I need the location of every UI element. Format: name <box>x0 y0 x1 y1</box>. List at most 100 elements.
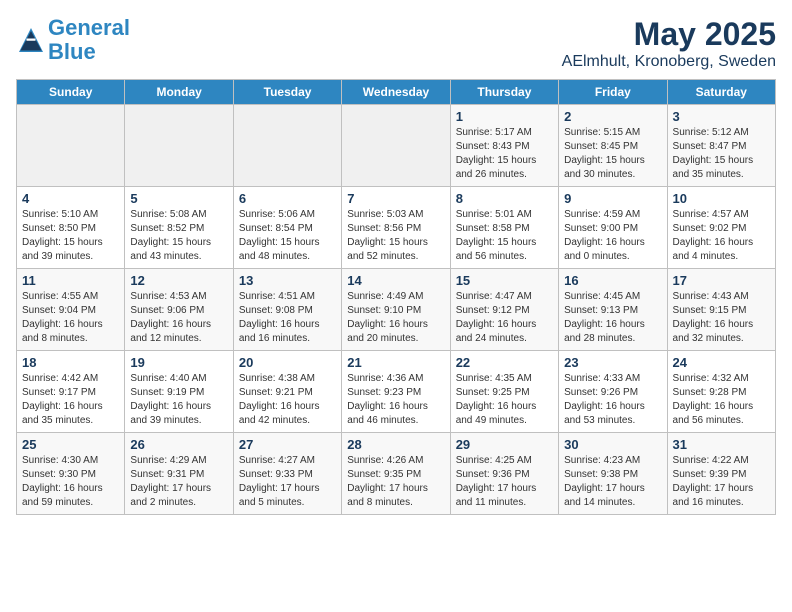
day-info: Sunrise: 4:49 AM Sunset: 9:10 PM Dayligh… <box>347 290 444 346</box>
day-number: 29 <box>456 437 553 452</box>
day-number: 23 <box>564 355 661 370</box>
calendar-cell: 24 Sunrise: 4:32 AM Sunset: 9:28 PM Dayli… <box>667 351 775 433</box>
day-info: Sunrise: 5:15 AM Sunset: 8:45 PM Dayligh… <box>564 126 661 182</box>
day-header-tuesday: Tuesday <box>233 80 341 105</box>
calendar-week-1: 1Sunrise: 5:17 AM Sunset: 8:43 PM Daylig… <box>17 105 776 187</box>
day-number: 20 <box>239 355 336 370</box>
day-number: 6 <box>239 191 336 206</box>
calendar-cell: 16 Sunrise: 4:45 AM Sunset: 9:13 PM Dayli… <box>559 269 667 351</box>
day-number: 27 <box>239 437 336 452</box>
calendar-cell: 25 Sunrise: 4:30 AM Sunset: 9:30 PM Dayli… <box>17 433 125 515</box>
day-number: 4 <box>22 191 119 206</box>
calendar-cell: 3Sunrise: 5:12 AM Sunset: 8:47 PM Daylig… <box>667 105 775 187</box>
day-number: 11 <box>22 273 119 288</box>
day-number: 9 <box>564 191 661 206</box>
day-number: 5 <box>130 191 227 206</box>
day-header-friday: Friday <box>559 80 667 105</box>
calendar-header: SundayMondayTuesdayWednesdayThursdayFrid… <box>17 80 776 105</box>
calendar-cell: 10 Sunrise: 4:57 AM Sunset: 9:02 PM Dayli… <box>667 187 775 269</box>
day-info: Sunrise: 5:06 AM Sunset: 8:54 PM Dayligh… <box>239 208 336 264</box>
day-number: 31 <box>673 437 770 452</box>
calendar-cell: 20 Sunrise: 4:38 AM Sunset: 9:21 PM Dayli… <box>233 351 341 433</box>
day-number: 17 <box>673 273 770 288</box>
day-header-saturday: Saturday <box>667 80 775 105</box>
calendar-cell: 18 Sunrise: 4:42 AM Sunset: 9:17 PM Dayli… <box>17 351 125 433</box>
day-number: 12 <box>130 273 227 288</box>
calendar-cell: 26Sunrise: 4:29 AM Sunset: 9:31 PM Dayli… <box>125 433 233 515</box>
day-info: Sunrise: 4:35 AM Sunset: 9:25 PM Dayligh… <box>456 372 553 428</box>
day-number: 15 <box>456 273 553 288</box>
calendar-week-3: 11 Sunrise: 4:55 AM Sunset: 9:04 PM Dayli… <box>17 269 776 351</box>
calendar-cell: 17 Sunrise: 4:43 AM Sunset: 9:15 PM Dayli… <box>667 269 775 351</box>
calendar-cell: 19 Sunrise: 4:40 AM Sunset: 9:19 PM Dayli… <box>125 351 233 433</box>
day-number: 8 <box>456 191 553 206</box>
day-number: 18 <box>22 355 119 370</box>
day-info: Sunrise: 5:08 AM Sunset: 8:52 PM Dayligh… <box>130 208 227 264</box>
calendar-cell: 13 Sunrise: 4:51 AM Sunset: 9:08 PM Dayli… <box>233 269 341 351</box>
day-info: Sunrise: 4:57 AM Sunset: 9:02 PM Dayligh… <box>673 208 770 264</box>
day-number: 26 <box>130 437 227 452</box>
day-info: Sunrise: 4:51 AM Sunset: 9:08 PM Dayligh… <box>239 290 336 346</box>
day-number: 16 <box>564 273 661 288</box>
calendar-cell: 28 Sunrise: 4:26 AM Sunset: 9:35 PM Dayli… <box>342 433 450 515</box>
day-info: Sunrise: 5:10 AM Sunset: 8:50 PM Dayligh… <box>22 208 119 264</box>
calendar-cell <box>125 105 233 187</box>
calendar-table: SundayMondayTuesdayWednesdayThursdayFrid… <box>16 79 776 515</box>
calendar-body: 1Sunrise: 5:17 AM Sunset: 8:43 PM Daylig… <box>17 105 776 515</box>
day-number: 10 <box>673 191 770 206</box>
day-info: Sunrise: 4:22 AM Sunset: 9:39 PM Dayligh… <box>673 454 770 510</box>
calendar-week-4: 18 Sunrise: 4:42 AM Sunset: 9:17 PM Dayli… <box>17 351 776 433</box>
day-header-sunday: Sunday <box>17 80 125 105</box>
logo: General Blue <box>16 16 130 64</box>
day-number: 2 <box>564 109 661 124</box>
day-info: Sunrise: 4:42 AM Sunset: 9:17 PM Dayligh… <box>22 372 119 428</box>
page-header: General Blue May 2025 AElmhult, Kronober… <box>16 16 776 71</box>
day-number: 21 <box>347 355 444 370</box>
calendar-cell: 31 Sunrise: 4:22 AM Sunset: 9:39 PM Dayli… <box>667 433 775 515</box>
calendar-cell: 30 Sunrise: 4:23 AM Sunset: 9:38 PM Dayli… <box>559 433 667 515</box>
day-info: Sunrise: 4:36 AM Sunset: 9:23 PM Dayligh… <box>347 372 444 428</box>
day-info: Sunrise: 5:03 AM Sunset: 8:56 PM Dayligh… <box>347 208 444 264</box>
day-header-wednesday: Wednesday <box>342 80 450 105</box>
day-number: 28 <box>347 437 444 452</box>
day-number: 14 <box>347 273 444 288</box>
day-number: 1 <box>456 109 553 124</box>
calendar-cell: 2 Sunrise: 5:15 AM Sunset: 8:45 PM Daylig… <box>559 105 667 187</box>
calendar-cell: 14 Sunrise: 4:49 AM Sunset: 9:10 PM Dayli… <box>342 269 450 351</box>
day-info: Sunrise: 4:33 AM Sunset: 9:26 PM Dayligh… <box>564 372 661 428</box>
day-number: 25 <box>22 437 119 452</box>
day-number: 13 <box>239 273 336 288</box>
day-number: 19 <box>130 355 227 370</box>
title-block: May 2025 AElmhult, Kronoberg, Sweden <box>562 16 776 71</box>
day-number: 30 <box>564 437 661 452</box>
day-number: 24 <box>673 355 770 370</box>
calendar-cell <box>233 105 341 187</box>
day-info: Sunrise: 4:26 AM Sunset: 9:35 PM Dayligh… <box>347 454 444 510</box>
calendar-week-5: 25 Sunrise: 4:30 AM Sunset: 9:30 PM Dayli… <box>17 433 776 515</box>
calendar-cell: 5 Sunrise: 5:08 AM Sunset: 8:52 PM Daylig… <box>125 187 233 269</box>
calendar-cell: 7 Sunrise: 5:03 AM Sunset: 8:56 PM Daylig… <box>342 187 450 269</box>
calendar-cell: 11 Sunrise: 4:55 AM Sunset: 9:04 PM Dayli… <box>17 269 125 351</box>
day-info: Sunrise: 4:30 AM Sunset: 9:30 PM Dayligh… <box>22 454 119 510</box>
day-info: Sunrise: 4:38 AM Sunset: 9:21 PM Dayligh… <box>239 372 336 428</box>
day-info: Sunrise: 4:27 AM Sunset: 9:33 PM Dayligh… <box>239 454 336 510</box>
day-info: Sunrise: 4:43 AM Sunset: 9:15 PM Dayligh… <box>673 290 770 346</box>
day-number: 7 <box>347 191 444 206</box>
day-info: Sunrise: 5:01 AM Sunset: 8:58 PM Dayligh… <box>456 208 553 264</box>
calendar-cell: 29 Sunrise: 4:25 AM Sunset: 9:36 PM Dayli… <box>450 433 558 515</box>
logo-text: General Blue <box>48 16 130 64</box>
calendar-cell: 4 Sunrise: 5:10 AM Sunset: 8:50 PM Daylig… <box>17 187 125 269</box>
day-info: Sunrise: 5:12 AM Sunset: 8:47 PM Dayligh… <box>673 126 770 182</box>
calendar-cell: 22Sunrise: 4:35 AM Sunset: 9:25 PM Dayli… <box>450 351 558 433</box>
calendar-cell: 6 Sunrise: 5:06 AM Sunset: 8:54 PM Daylig… <box>233 187 341 269</box>
day-info: Sunrise: 4:23 AM Sunset: 9:38 PM Dayligh… <box>564 454 661 510</box>
day-info: Sunrise: 4:32 AM Sunset: 9:28 PM Dayligh… <box>673 372 770 428</box>
calendar-cell: 8 Sunrise: 5:01 AM Sunset: 8:58 PM Daylig… <box>450 187 558 269</box>
day-info: Sunrise: 4:45 AM Sunset: 9:13 PM Dayligh… <box>564 290 661 346</box>
calendar-cell: 9Sunrise: 4:59 AM Sunset: 9:00 PM Daylig… <box>559 187 667 269</box>
day-info: Sunrise: 4:40 AM Sunset: 9:19 PM Dayligh… <box>130 372 227 428</box>
day-info: Sunrise: 4:55 AM Sunset: 9:04 PM Dayligh… <box>22 290 119 346</box>
logo-icon <box>16 25 46 55</box>
day-info: Sunrise: 4:25 AM Sunset: 9:36 PM Dayligh… <box>456 454 553 510</box>
calendar-cell: 23 Sunrise: 4:33 AM Sunset: 9:26 PM Dayli… <box>559 351 667 433</box>
